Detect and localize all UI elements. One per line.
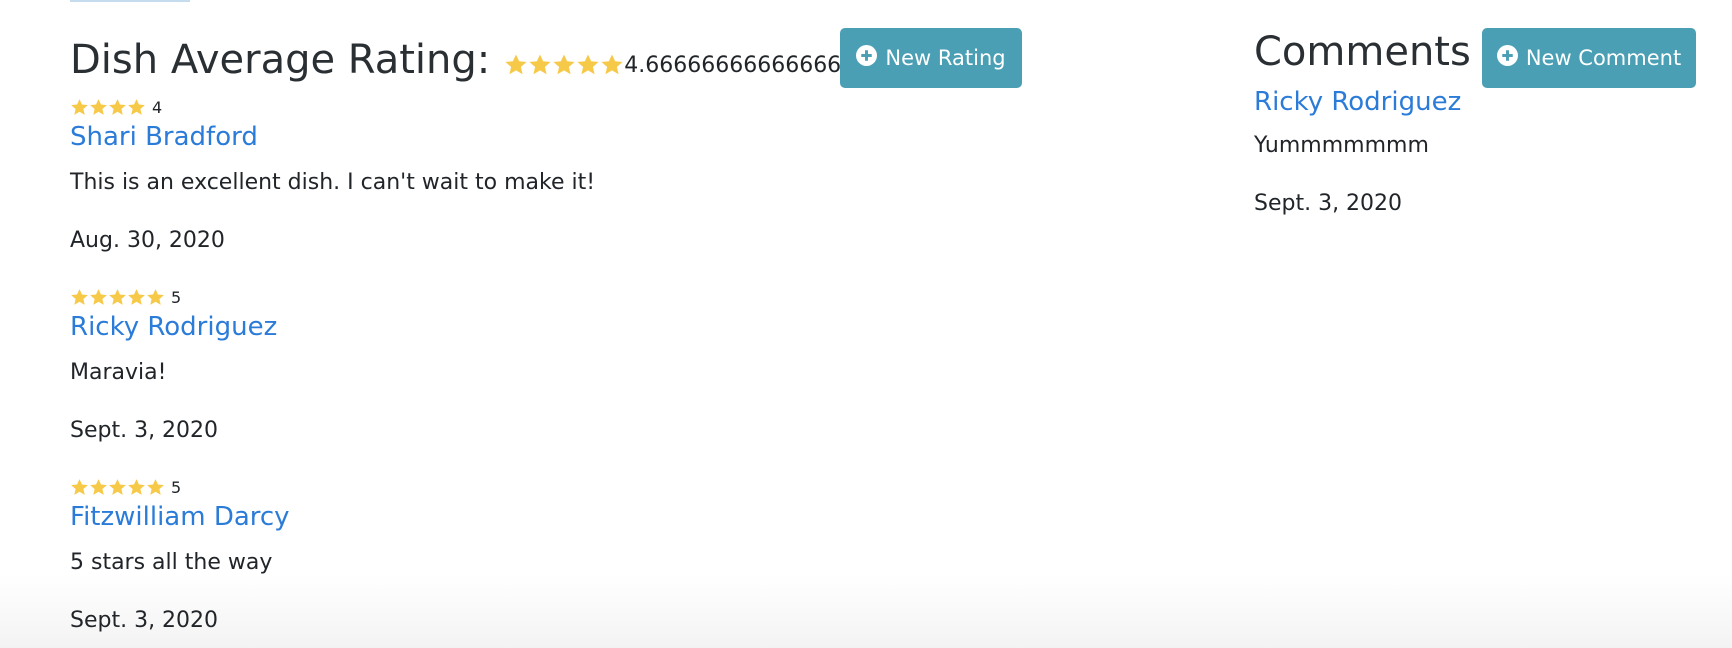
rating-text: This is an excellent dish. I can't wait … [70, 170, 596, 195]
rating-item: 4 Shari Bradford This is an excellent di… [70, 95, 870, 255]
rating-stars-row: 5 [70, 285, 870, 309]
rating-text: 5 stars all the way [70, 550, 273, 575]
rating-score: 5 [171, 477, 182, 497]
average-rating-value: 4.666666666666667 [624, 52, 856, 78]
rating-stars [70, 478, 165, 497]
rating-score: 5 [171, 287, 182, 307]
rating-date: Sept. 3, 2020 [70, 418, 219, 443]
star-icon [89, 288, 108, 307]
star-icon [89, 98, 108, 117]
ratings-heading: Dish Average Rating: 4.666666666666667 [70, 34, 855, 86]
rating-date: Aug. 30, 2020 [70, 228, 225, 253]
star-icon [552, 53, 576, 77]
plus-circle-icon [856, 45, 885, 71]
rating-item: 5 Fitzwilliam Darcy 5 stars all the way … [70, 475, 870, 635]
rating-author-link[interactable]: Fitzwilliam Darcy [70, 499, 870, 535]
new-rating-label: New Rating [885, 46, 1006, 70]
comment-author-link[interactable]: Ricky Rodriguez [1254, 84, 1674, 120]
star-icon [127, 478, 146, 497]
top-tab-indicator [70, 0, 190, 2]
rating-stars [70, 98, 146, 117]
rating-author-link[interactable]: Shari Bradford [70, 119, 870, 155]
star-icon [127, 288, 146, 307]
star-icon [504, 53, 528, 77]
star-icon [600, 53, 624, 77]
rating-score: 4 [152, 97, 163, 117]
comment-date: Sept. 3, 2020 [1254, 191, 1403, 216]
star-icon [70, 98, 89, 117]
star-icon [576, 53, 600, 77]
star-icon [127, 98, 146, 117]
ratings-title: Dish Average Rating: [70, 37, 491, 83]
star-icon [108, 98, 127, 117]
rating-stars-row: 4 [70, 95, 870, 119]
star-icon [146, 478, 165, 497]
star-icon [108, 478, 127, 497]
rating-author-link[interactable]: Ricky Rodriguez [70, 309, 870, 345]
rating-stars-row: 5 [70, 475, 870, 499]
comment-text: Yummmmmmm [1254, 133, 1429, 158]
rating-date: Sept. 3, 2020 [70, 608, 219, 633]
star-icon [70, 478, 89, 497]
rating-stars [70, 288, 165, 307]
comments-title: Comments [1254, 29, 1471, 75]
new-rating-button[interactable]: New Rating [840, 28, 1022, 88]
star-icon [108, 288, 127, 307]
comment-item: Ricky Rodriguez Yummmmmmm Sept. 3, 2020 [1254, 84, 1674, 218]
plus-circle-icon [1496, 45, 1526, 71]
star-icon [528, 53, 552, 77]
rating-item: 5 Ricky Rodriguez Maravia! Sept. 3, 2020 [70, 285, 870, 445]
average-rating-stars [504, 53, 624, 77]
star-icon [146, 288, 165, 307]
new-comment-label: New Comment [1525, 46, 1682, 70]
star-icon [89, 478, 108, 497]
new-comment-button[interactable]: New Comment [1482, 28, 1696, 88]
rating-text: Maravia! [70, 360, 167, 385]
star-icon [70, 288, 89, 307]
